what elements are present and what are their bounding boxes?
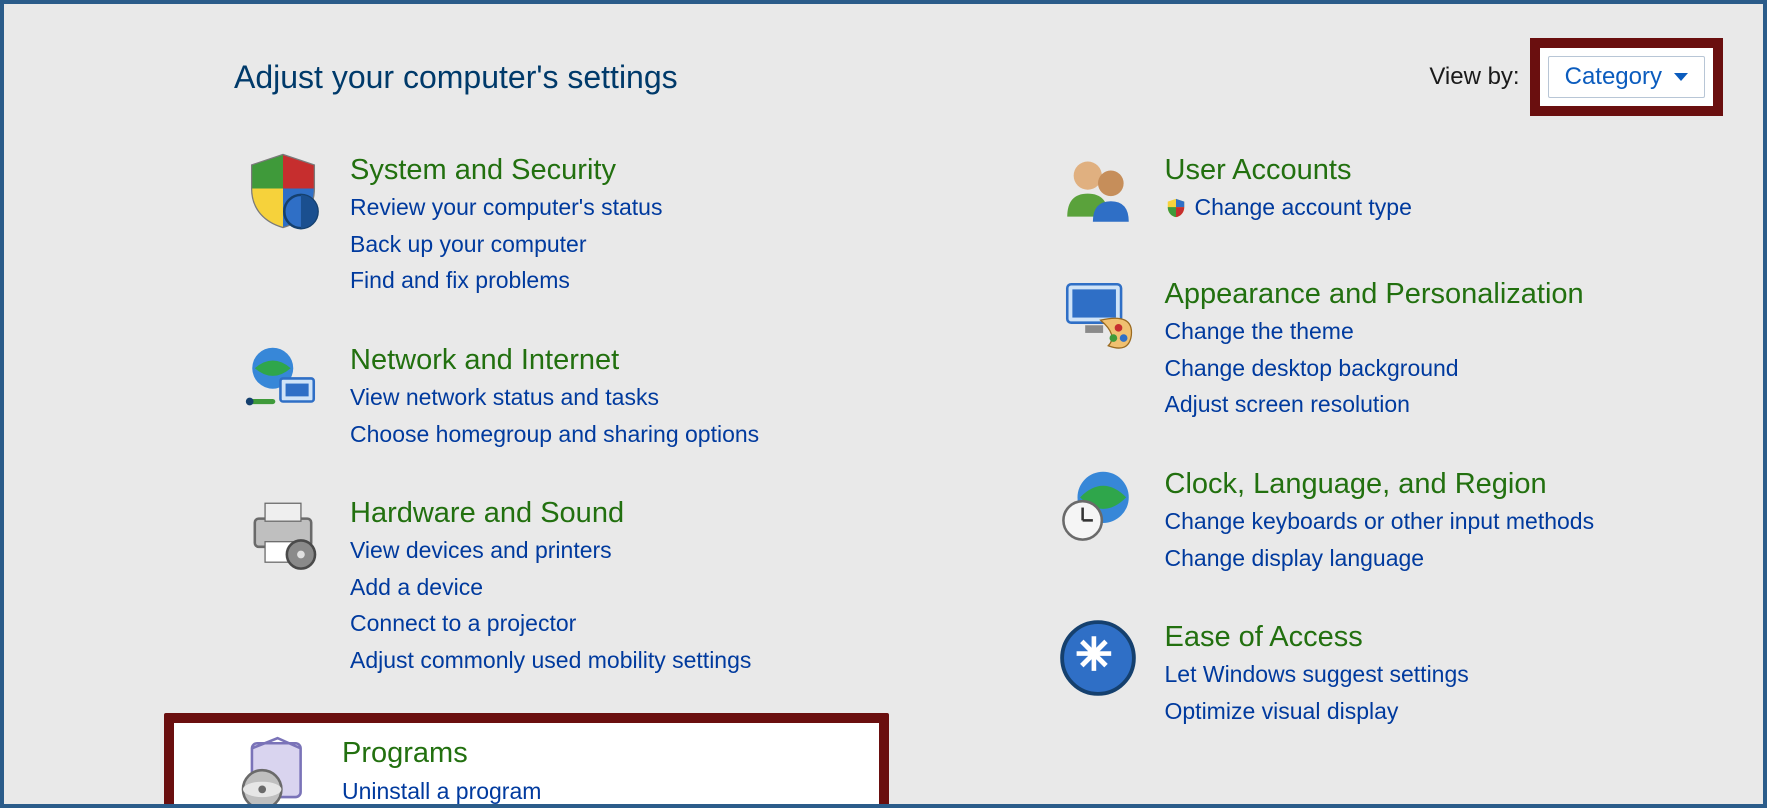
- link-optimize-display[interactable]: Optimize visual display: [1165, 694, 1469, 729]
- view-by-highlight: Category: [1530, 38, 1723, 116]
- link-change-account-type-text: Change account type: [1195, 190, 1412, 225]
- view-by-value: Category: [1565, 63, 1662, 91]
- link-display-language[interactable]: Change display language: [1165, 541, 1595, 576]
- link-projector[interactable]: Connect to a projector: [350, 606, 751, 641]
- category-title-ease[interactable]: Ease of Access: [1165, 619, 1469, 655]
- category-title-programs[interactable]: Programs: [342, 735, 541, 771]
- uac-shield-icon: [1165, 197, 1187, 219]
- category-system-security: System and Security Review your computer…: [234, 144, 889, 304]
- link-keyboards[interactable]: Change keyboards or other input methods: [1165, 504, 1595, 539]
- control-panel-window: Adjust your computer's settings View by:…: [0, 0, 1767, 808]
- globe-network-icon: [242, 340, 324, 422]
- category-ease-of-access: Ease of Access Let Windows suggest setti…: [1049, 611, 1704, 734]
- category-user-accounts: User Accounts Change account type: [1049, 144, 1704, 238]
- ease-of-access-icon: [1057, 617, 1139, 699]
- link-mobility[interactable]: Adjust commonly used mobility settings: [350, 643, 751, 678]
- link-uninstall-program[interactable]: Uninstall a program: [342, 774, 541, 808]
- category-network-internet: Network and Internet View network status…: [234, 334, 889, 457]
- category-appearance: Appearance and Personalization Change th…: [1049, 268, 1704, 428]
- printer-icon: [242, 493, 324, 575]
- view-by-dropdown[interactable]: Category: [1548, 56, 1705, 98]
- category-title-system[interactable]: System and Security: [350, 152, 662, 188]
- link-find-fix[interactable]: Find and fix problems: [350, 263, 662, 298]
- link-add-device[interactable]: Add a device: [350, 570, 751, 605]
- column-left: System and Security Review your computer…: [234, 144, 889, 774]
- category-hardware-sound: Hardware and Sound View devices and prin…: [234, 487, 889, 683]
- link-devices-printers[interactable]: View devices and printers: [350, 533, 751, 568]
- link-desktop-background[interactable]: Change desktop background: [1165, 351, 1584, 386]
- link-backup[interactable]: Back up your computer: [350, 227, 662, 262]
- category-title-network[interactable]: Network and Internet: [350, 342, 759, 378]
- link-change-account-type[interactable]: Change account type: [1165, 190, 1412, 225]
- link-screen-resolution[interactable]: Adjust screen resolution: [1165, 387, 1584, 422]
- link-network-status[interactable]: View network status and tasks: [350, 380, 759, 415]
- category-title-hardware[interactable]: Hardware and Sound: [350, 495, 751, 531]
- link-homegroup[interactable]: Choose homegroup and sharing options: [350, 417, 759, 452]
- category-clock-language: Clock, Language, and Region Change keybo…: [1049, 458, 1704, 581]
- category-programs-highlight: Programs Uninstall a program Get program…: [164, 713, 889, 808]
- header-bar: Adjust your computer's settings View by:…: [234, 38, 1723, 116]
- chevron-down-icon: [1674, 73, 1688, 81]
- page-title: Adjust your computer's settings: [234, 59, 678, 96]
- globe-clock-icon: [1057, 464, 1139, 546]
- category-columns: System and Security Review your computer…: [234, 144, 1703, 774]
- monitor-palette-icon: [1057, 274, 1139, 356]
- view-by-label: View by:: [1429, 63, 1519, 91]
- link-suggest-settings[interactable]: Let Windows suggest settings: [1165, 657, 1469, 692]
- link-review-status[interactable]: Review your computer's status: [350, 190, 662, 225]
- category-title-clock[interactable]: Clock, Language, and Region: [1165, 466, 1595, 502]
- view-by-group: View by: Category: [1429, 38, 1723, 116]
- category-title-users[interactable]: User Accounts: [1165, 152, 1412, 188]
- column-right: User Accounts Change account type: [1049, 144, 1704, 774]
- shield-icon: [242, 150, 324, 232]
- category-title-appearance[interactable]: Appearance and Personalization: [1165, 276, 1584, 312]
- programs-icon: [234, 733, 316, 808]
- link-theme[interactable]: Change the theme: [1165, 314, 1584, 349]
- users-icon: [1057, 150, 1139, 232]
